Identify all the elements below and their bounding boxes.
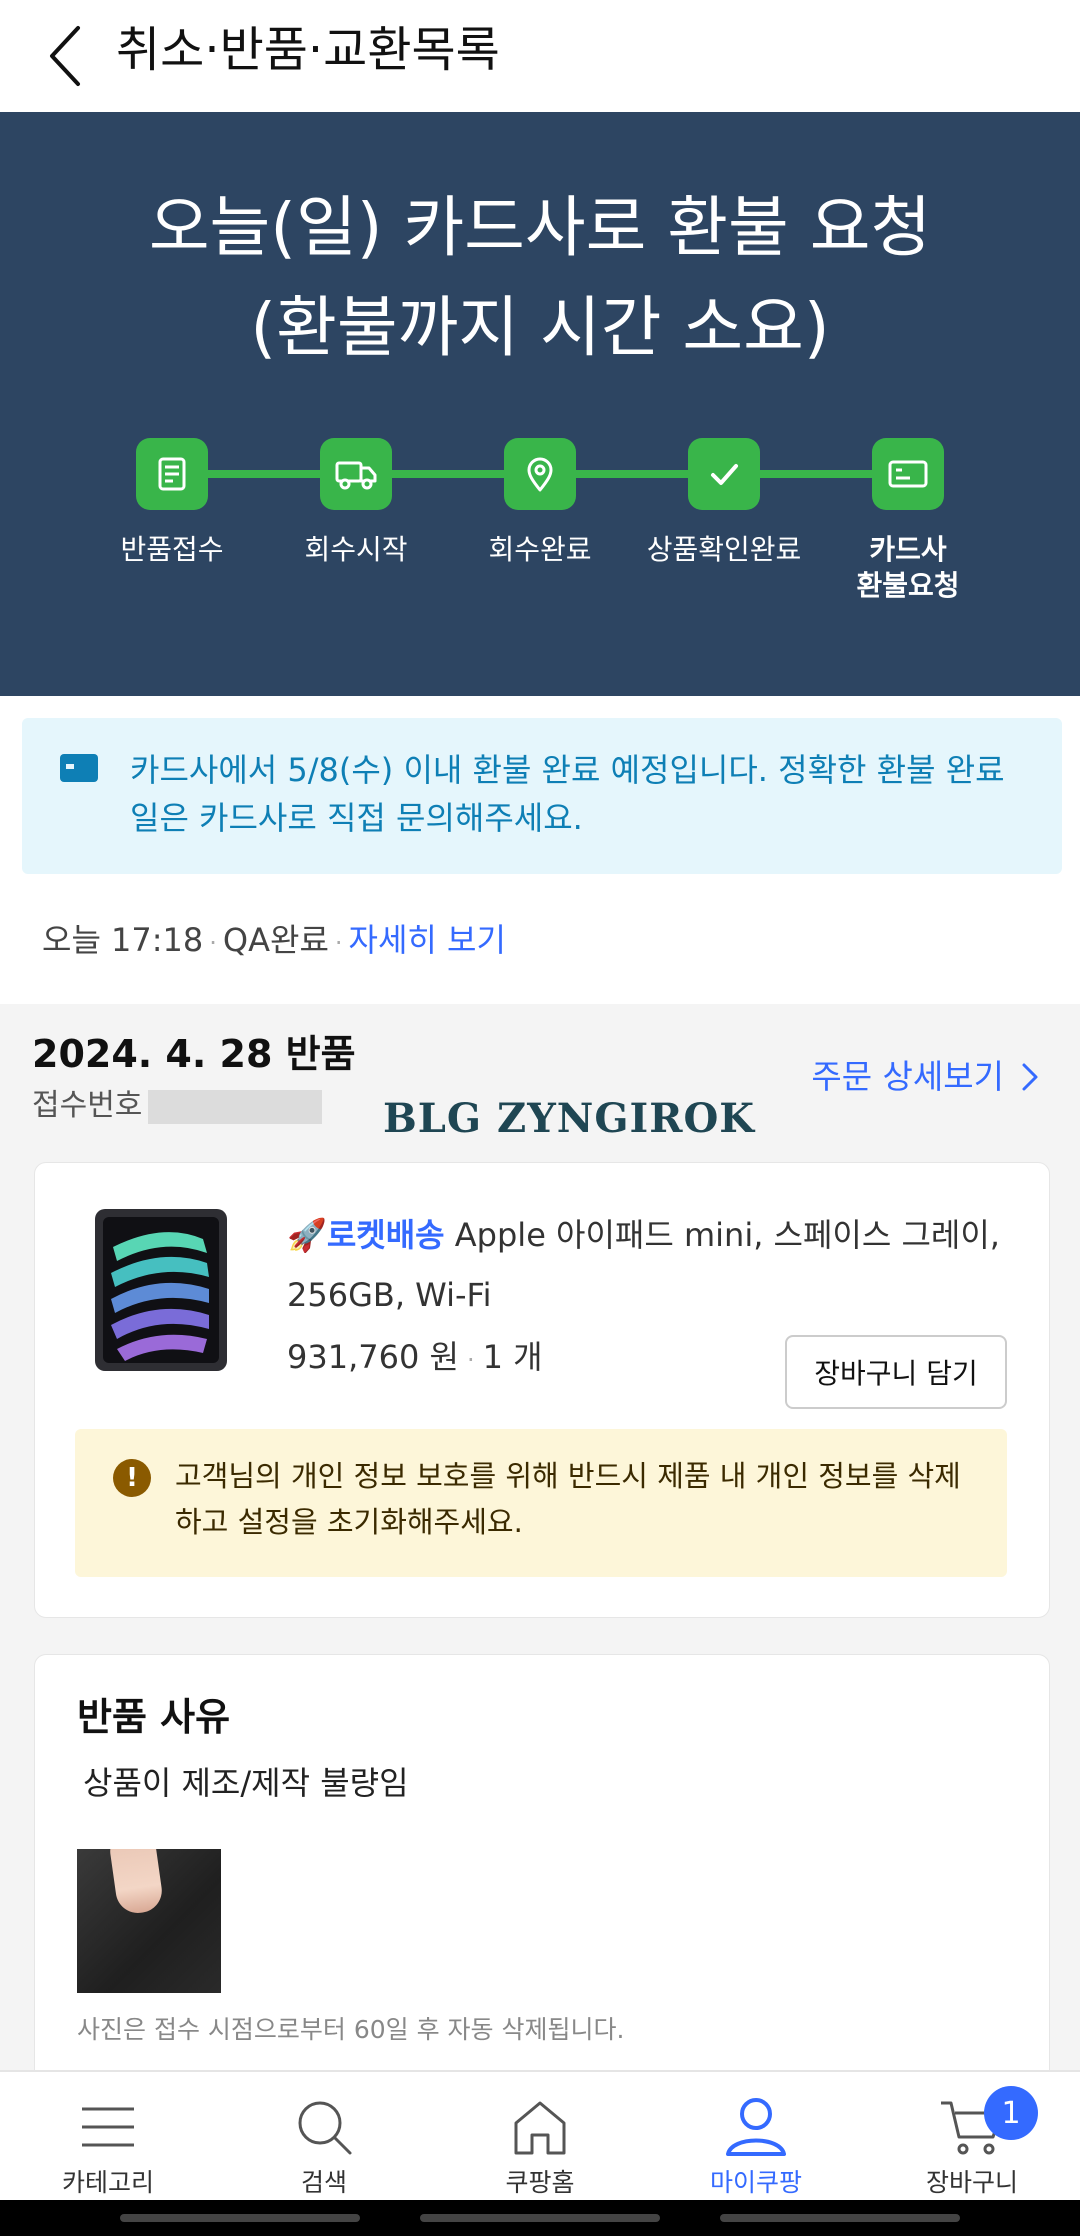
- privacy-warning-box: ! 고객님의 개인 정보 보호를 위해 반드시 제품 내 개인 정보를 삭제하고…: [75, 1429, 1007, 1577]
- check-icon: [688, 438, 760, 510]
- product-quantity: 1 개: [482, 1338, 543, 1376]
- order-detail-label: 주문 상세보기: [811, 1057, 1004, 1096]
- return-reason-title: 반품 사유: [77, 1695, 231, 1739]
- home-icon: [450, 2092, 630, 2162]
- location-pin-icon: [504, 438, 576, 510]
- exclamation-icon: !: [113, 1459, 151, 1497]
- separator-dot: ·: [466, 1346, 475, 1374]
- nav-my-coupang[interactable]: 마이쿠팡: [666, 2092, 846, 2200]
- top-bar: 취소·반품·교환목록: [0, 0, 1080, 112]
- card-icon: [60, 754, 98, 782]
- status-row: 오늘 17:18 · QA완료 · 자세히 보기: [42, 918, 506, 965]
- step-label-line1: 카드사: [869, 533, 947, 566]
- banner-title-line1: 오늘(일) 카드사로 환불 요청: [148, 189, 932, 266]
- rocket-icon: 🚀: [287, 1216, 327, 1254]
- step-label: 회수완료: [488, 533, 592, 566]
- step-label: 반품접수: [120, 533, 224, 566]
- nav-category[interactable]: 카테고리: [18, 2092, 198, 2200]
- order-detail-link[interactable]: 주문 상세보기: [811, 1054, 1040, 1100]
- refund-info-box: 카드사에서 5/8(수) 이내 환불 완료 예정입니다. 정확한 환불 완료일은…: [22, 718, 1062, 874]
- return-photo-thumbnail[interactable]: [77, 1849, 221, 1993]
- nav-search[interactable]: 검색: [234, 2092, 414, 2200]
- price-row: 931,760 원 · 1 개: [287, 1335, 543, 1382]
- truck-icon: [320, 438, 392, 510]
- product-card: 🚀로켓배송 Apple 아이패드 mini, 스페이스 그레이, 256GB, …: [34, 1162, 1050, 1618]
- nav-label: 검색: [300, 2168, 347, 2197]
- photo-deletion-note: 사진은 접수 시점으로부터 60일 후 자동 삭제됩니다.: [77, 2015, 625, 2044]
- chevron-right-icon: [1022, 1063, 1038, 1091]
- nav-label: 카테고리: [61, 2168, 154, 2197]
- nav-home[interactable]: 쿠팡홈: [450, 2092, 630, 2200]
- receipt-icon: [136, 438, 208, 510]
- return-reason-text: 상품이 제조/제작 불량임: [83, 1764, 409, 1802]
- step-pickup-complete: 회수완료: [440, 438, 640, 568]
- system-navigation-bar: [0, 2200, 1080, 2236]
- nav-label: 마이쿠팡: [709, 2168, 802, 2197]
- cart-count-badge: 1: [984, 2086, 1038, 2140]
- receipt-number-masked: [148, 1090, 322, 1124]
- product-name[interactable]: 🚀로켓배송 Apple 아이패드 mini, 스페이스 그레이, 256GB, …: [287, 1205, 1027, 1325]
- separator-dot: ·: [209, 929, 217, 957]
- refund-status-banner: 오늘(일) 카드사로 환불 요청 (환불까지 시간 소요) 반품접수 회수시작: [0, 112, 1080, 696]
- nav-label: 장바구니: [925, 2168, 1018, 2197]
- receipt-number-label: 접수번호: [32, 1088, 143, 1123]
- step-label: 상품확인완료: [646, 533, 802, 566]
- separator-dot: ·: [334, 929, 343, 957]
- banner-title-line2: (환불까지 시간 소요): [250, 289, 830, 366]
- order-date-title: 2024. 4. 28 반품: [32, 1032, 356, 1076]
- step-product-checked: 상품확인완료: [624, 438, 824, 568]
- watermark-text: BLG ZYNGIROK: [383, 1095, 756, 1142]
- step-label-line2: 환불요청: [856, 569, 960, 602]
- nav-cart[interactable]: 장바구니 1: [882, 2086, 1062, 2200]
- page-title: 취소·반품·교환목록: [116, 22, 500, 78]
- step-card-refund-requested: 카드사 환불요청: [808, 438, 1008, 604]
- return-photo-finger: [107, 1849, 165, 1916]
- step-label: 회수시작: [304, 533, 408, 566]
- status-text: QA완료: [222, 921, 329, 959]
- return-reason-card: 반품 사유 상품이 제조/제작 불량임 사진은 접수 시점으로부터 60일 후 …: [34, 1654, 1050, 2074]
- product-image-screen: [103, 1217, 219, 1363]
- system-recents-button[interactable]: [720, 2214, 960, 2222]
- product-image[interactable]: [95, 1209, 227, 1371]
- search-icon: [234, 2092, 414, 2162]
- status-time: 오늘 17:18: [42, 921, 204, 959]
- user-icon: [666, 2092, 846, 2162]
- bottom-navigation: 카테고리 검색 쿠팡홈 마이쿠팡 장바구니 1: [0, 2070, 1080, 2200]
- privacy-warning-text: 고객님의 개인 정보 보호를 위해 반드시 제품 내 개인 정보를 삭제하고 설…: [175, 1459, 961, 1539]
- menu-icon: [18, 2092, 198, 2162]
- nav-label: 쿠팡홈: [505, 2168, 575, 2197]
- add-to-cart-button[interactable]: 장바구니 담기: [785, 1335, 1007, 1409]
- card-icon: [872, 438, 944, 510]
- refund-info-text: 카드사에서 5/8(수) 이내 환불 완료 예정입니다. 정확한 환불 완료일은…: [130, 751, 1005, 837]
- system-back-button[interactable]: [120, 2214, 360, 2222]
- chevron-left-icon: [50, 26, 80, 86]
- view-details-link[interactable]: 자세히 보기: [349, 921, 506, 959]
- step-label: 카드사 환불요청: [808, 532, 1008, 604]
- step-return-received: 반품접수: [72, 438, 272, 568]
- rocket-delivery-tag: 로켓배송: [326, 1216, 445, 1254]
- product-price: 931,760 원: [287, 1338, 459, 1376]
- step-pickup-started: 회수시작: [256, 438, 456, 568]
- system-home-button[interactable]: [420, 2214, 660, 2222]
- back-button[interactable]: [36, 16, 96, 96]
